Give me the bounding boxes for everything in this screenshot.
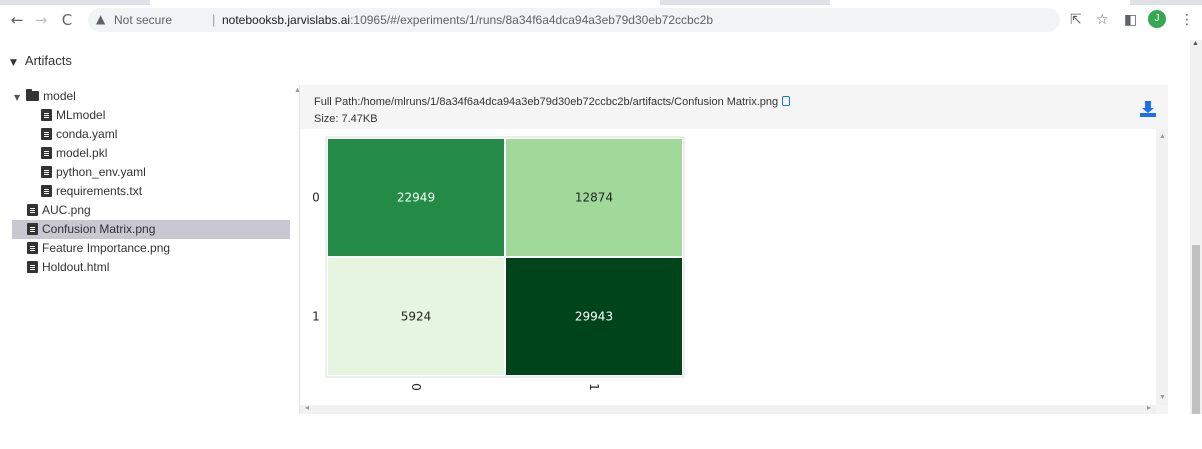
- address-separator: |: [212, 12, 216, 27]
- kebab-menu-icon[interactable]: ⋮: [1180, 11, 1194, 29]
- page-scrollbar[interactable]: ▲: [1190, 40, 1202, 414]
- file-icon: [41, 185, 52, 197]
- image-file-icon: [27, 223, 38, 235]
- page-content: ▼ Artifacts ▼ model MLmodel conda.yaml mod…: [0, 40, 1190, 449]
- side-panel-icon[interactable]: ◧: [1124, 11, 1137, 29]
- browser-toolbar: ← → C ▲ Not secure | notebooksb.jarvisla…: [0, 0, 1202, 40]
- scroll-down-icon[interactable]: ▼: [1159, 394, 1166, 401]
- tree-item-label: python_env.yaml: [56, 165, 146, 179]
- tab-strip: [0, 0, 1202, 5]
- scroll-up-icon[interactable]: ▲: [1192, 40, 1199, 47]
- url-path[interactable]: :10965/#/experiments/1/runs/8a34f6a4dca9…: [350, 13, 713, 27]
- file-icon: [41, 147, 52, 159]
- artifacts-title: Artifacts: [24, 53, 72, 68]
- address-bar[interactable]: ▲ Not secure | notebooksb.jarvislabs.ai:…: [88, 8, 1060, 32]
- artifacts-section-header[interactable]: ▼ Artifacts: [10, 53, 72, 68]
- image-viewer: 22949 12874 5924 29943 0 1 0 1: [300, 129, 1156, 449]
- tree-item-conda-yaml[interactable]: conda.yaml: [41, 125, 117, 144]
- tree-item-confusion-matrix-png[interactable]: Confusion Matrix.png: [12, 220, 290, 239]
- tree-item-auc-png[interactable]: AUC.png: [27, 201, 91, 220]
- download-icon[interactable]: [1140, 101, 1156, 117]
- tree-item-holdout-html[interactable]: Holdout.html: [27, 258, 109, 277]
- tree-item-label: AUC.png: [42, 203, 91, 217]
- cell-value-label: 22949: [397, 191, 435, 205]
- image-file-icon: [27, 242, 38, 254]
- bookmark-star-icon[interactable]: ☆: [1096, 11, 1109, 29]
- file-icon: [27, 261, 38, 273]
- y-tick-label: 0: [312, 191, 320, 205]
- tree-item-label: MLmodel: [56, 108, 106, 122]
- file-icon: [41, 109, 52, 121]
- file-icon: [41, 166, 52, 178]
- image-vertical-scrollbar[interactable]: ▲ ▼: [1156, 129, 1168, 405]
- artifact-preview: Full Path:/home/mlruns/1/8a34f6a4dca94a3…: [300, 85, 1168, 449]
- artifact-tree: ▼ model MLmodel conda.yaml model.pkl pyth…: [8, 85, 301, 414]
- share-icon[interactable]: ⇱: [1070, 11, 1082, 29]
- full-path-text: Full Path:/home/mlruns/1/8a34f6a4dca94a3…: [314, 96, 779, 108]
- tab-active[interactable]: [150, 0, 660, 5]
- page-scroll-thumb[interactable]: [1192, 245, 1200, 414]
- warning-icon[interactable]: ▲: [96, 12, 105, 26]
- image-file-icon: [27, 204, 38, 216]
- tree-item-label: conda.yaml: [56, 127, 118, 141]
- full-path: Full Path:/home/mlruns/1/8a34f6a4dca94a3…: [314, 96, 791, 108]
- tree-item-requirements-txt[interactable]: requirements.txt: [41, 182, 142, 201]
- tree-item-label: model.pkl: [56, 146, 108, 160]
- tree-item-label: requirements.txt: [56, 184, 143, 198]
- tree-item-label: Holdout.html: [42, 260, 110, 274]
- tree-folder-model[interactable]: ▼ model: [14, 87, 76, 106]
- cell-value-label: 5924: [401, 310, 432, 324]
- tree-item-python-env-yaml[interactable]: python_env.yaml: [41, 163, 146, 182]
- cell-value-label: 12874: [575, 191, 613, 205]
- caret-down-icon[interactable]: ▼: [14, 93, 20, 102]
- y-tick-label: 1: [312, 310, 320, 324]
- file-size: Size: 7.47KB: [314, 113, 378, 125]
- image-horizontal-scrollbar[interactable]: ◂ ▸: [300, 403, 1156, 414]
- x-tick-label: 0: [409, 383, 423, 391]
- scroll-right-icon[interactable]: ▸: [1147, 403, 1151, 412]
- scroll-left-icon[interactable]: ◂: [305, 403, 309, 412]
- url-text[interactable]: notebooksb.jarvislabs.ai:10965/#/experim…: [222, 13, 713, 27]
- url-host[interactable]: notebooksb.jarvislabs.ai: [222, 13, 350, 27]
- tree-item-label: Feature Importance.png: [42, 241, 171, 255]
- tree-item-feature-importance-png[interactable]: Feature Importance.png: [27, 239, 170, 258]
- forward-icon[interactable]: →: [32, 11, 50, 29]
- caret-down-icon[interactable]: ▼: [10, 58, 17, 68]
- cell-value-label: 29943: [575, 310, 613, 324]
- reload-icon[interactable]: C: [58, 11, 76, 29]
- x-tick-label: 1: [587, 383, 601, 391]
- tree-item-label: Confusion Matrix.png: [42, 222, 156, 236]
- confusion-matrix-chart: 22949 12874 5924 29943 0 1 0 1: [312, 136, 685, 391]
- back-icon[interactable]: ←: [8, 11, 26, 29]
- profile-avatar[interactable]: J: [1148, 10, 1166, 28]
- security-label[interactable]: Not secure: [114, 13, 172, 27]
- folder-icon: [26, 89, 40, 101]
- tab-other[interactable]: [830, 0, 1130, 5]
- tree-folder-label: model: [43, 89, 76, 103]
- tree-item-mlmodel[interactable]: MLmodel: [41, 106, 105, 125]
- copy-icon[interactable]: [782, 96, 791, 106]
- scroll-up-icon[interactable]: ▲: [1159, 133, 1166, 140]
- file-icon: [41, 128, 52, 140]
- tree-item-model-pkl[interactable]: model.pkl: [41, 144, 107, 163]
